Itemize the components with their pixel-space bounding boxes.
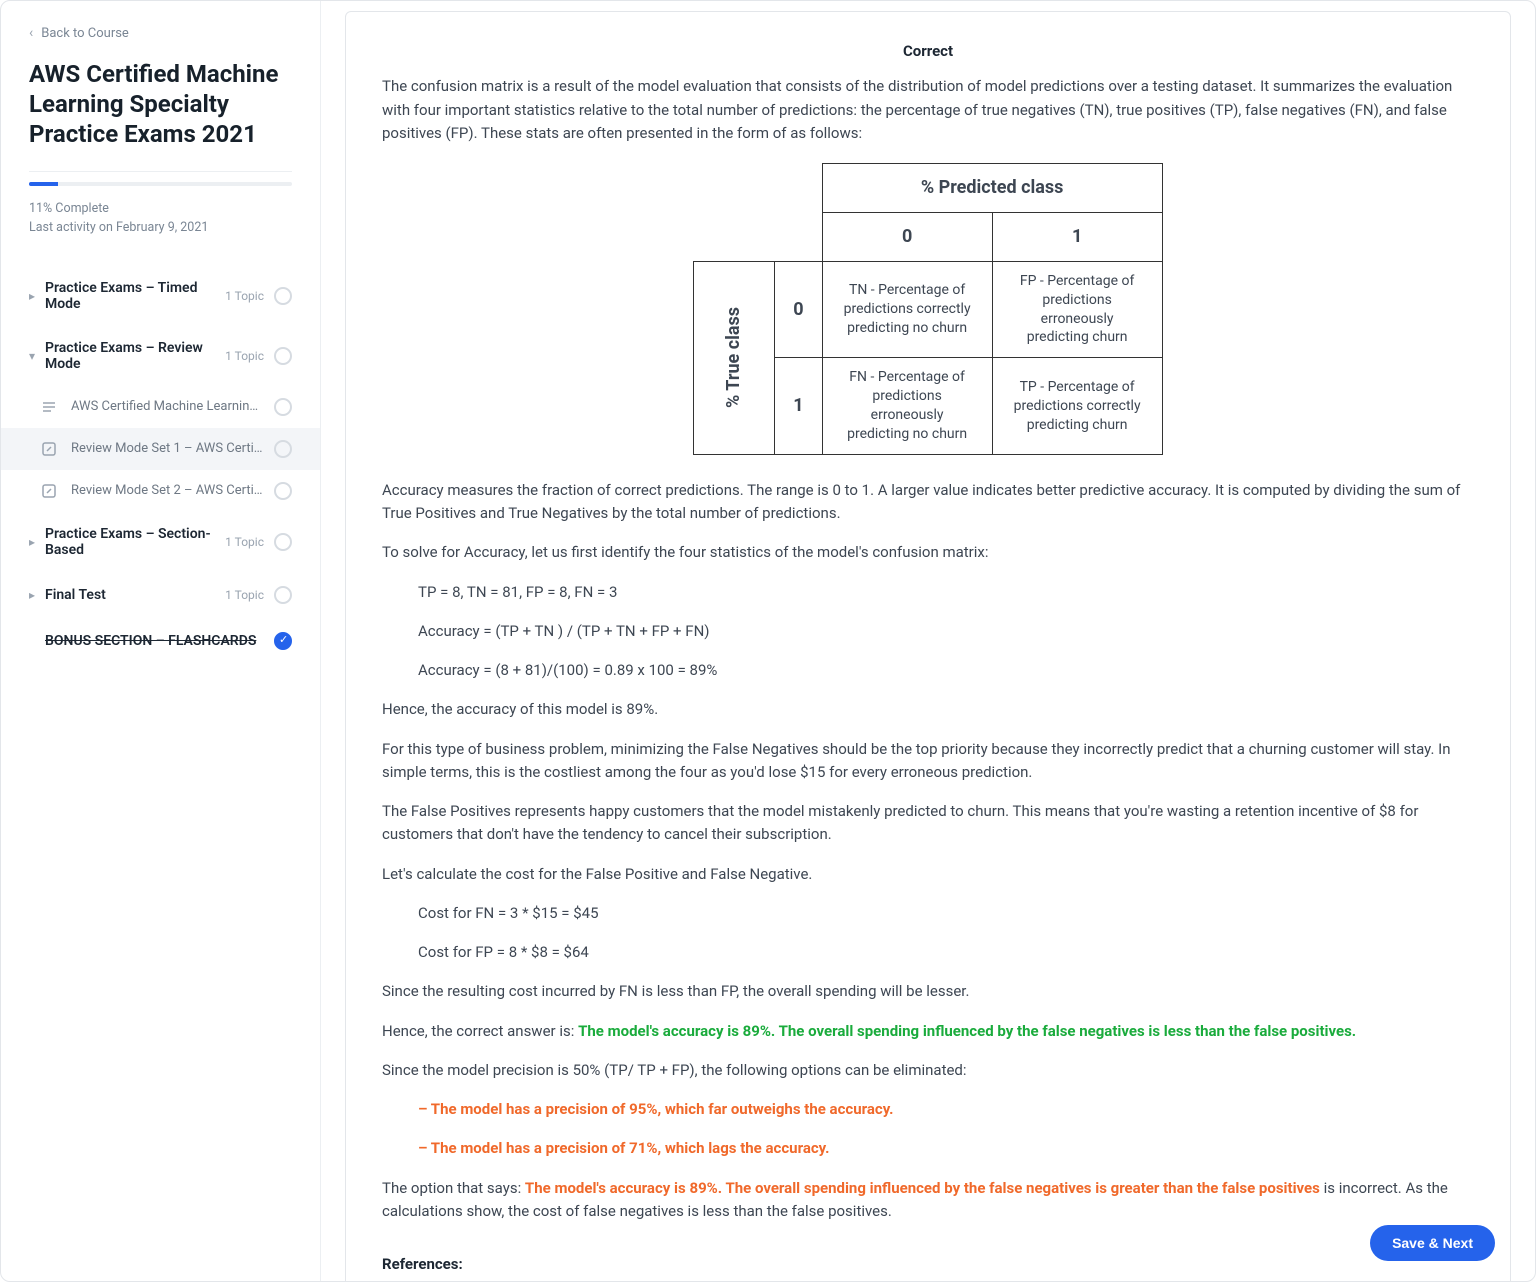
course-sections: ▸ Practice Exams – Timed Mode 1 Topic ▾ …	[1, 266, 320, 1282]
paragraph: The confusion matrix is a result of the …	[382, 75, 1474, 145]
completion-ring	[274, 287, 292, 305]
references-label: References:	[382, 1253, 1474, 1276]
course-title: AWS Certified Machine Learning Specialty…	[29, 59, 292, 149]
edit-icon	[41, 441, 61, 457]
completion-ring	[274, 440, 292, 458]
section-final-test[interactable]: ▸ Final Test 1 Topic	[1, 572, 320, 618]
paragraph: Since the model precision is 50% (TP/ TP…	[382, 1059, 1474, 1082]
lesson-item[interactable]: Review Mode Set 2 – AWS Certified Mac	[1, 470, 320, 512]
calc-line: Accuracy = (TP + TN ) / (TP + TN + FP + …	[382, 620, 1474, 643]
last-activity-text: Last activity on February 9, 2021	[29, 219, 292, 238]
correct-answer-line: Hence, the correct answer is: The model'…	[382, 1020, 1474, 1043]
paragraph: For this type of business problem, minim…	[382, 738, 1474, 785]
paragraph: Accuracy measures the fraction of correc…	[382, 479, 1474, 526]
paragraph: To solve for Accuracy, let us first iden…	[382, 541, 1474, 564]
chevron-right-icon: ▸	[29, 289, 45, 303]
edit-icon	[41, 483, 61, 499]
lesson-item-active[interactable]: Review Mode Set 1 – AWS Certified Mac	[1, 428, 320, 470]
completion-ring	[274, 533, 292, 551]
back-label: Back to Course	[41, 26, 129, 41]
chevron-left-icon: ‹	[29, 25, 33, 41]
chevron-right-icon: ▸	[29, 535, 45, 549]
section-section-based[interactable]: ▸ Practice Exams – Section-Based 1 Topic	[1, 512, 320, 572]
sidebar: ‹ Back to Course AWS Certified Machine L…	[1, 1, 321, 1281]
save-next-button[interactable]: Save & Next	[1370, 1225, 1495, 1261]
paragraph: The False Positives represents happy cus…	[382, 800, 1474, 847]
section-bonus-flashcards[interactable]: BONUS SECTION – FLASHCARDS	[1, 618, 320, 664]
completion-ring	[274, 398, 292, 416]
lesson-item[interactable]: AWS Certified Machine Learning – Speci	[1, 386, 320, 428]
calc-line: Cost for FP = 8 * $8 = $64	[382, 941, 1474, 964]
progress-text: 11% Complete	[29, 200, 292, 219]
correct-label: Correct	[382, 40, 1474, 63]
main-content: Correct The confusion matrix is a result…	[321, 1, 1535, 1281]
paragraph: Let's calculate the cost for the False P…	[382, 863, 1474, 886]
list-icon	[41, 399, 61, 415]
wrong-option: – The model has a precision of 95%, whic…	[382, 1098, 1474, 1121]
confusion-matrix: % Predicted class 0 1 % True class 0 TN …	[382, 163, 1474, 455]
section-timed-mode[interactable]: ▸ Practice Exams – Timed Mode 1 Topic	[1, 266, 320, 326]
back-to-course[interactable]: ‹ Back to Course	[29, 25, 292, 41]
calc-line: Cost for FN = 3 * $15 = $45	[382, 902, 1474, 925]
divider	[29, 171, 292, 172]
progress-bar	[29, 182, 292, 186]
section-review-mode[interactable]: ▾ Practice Exams – Review Mode 1 Topic	[1, 326, 320, 386]
wrong-option: – The model has a precision of 71%, whic…	[382, 1137, 1474, 1160]
chevron-right-icon: ▸	[29, 588, 45, 602]
wrong-answer-line: The option that says: The model's accura…	[382, 1177, 1474, 1224]
explanation-card: Correct The confusion matrix is a result…	[345, 11, 1511, 1281]
paragraph: Hence, the accuracy of this model is 89%…	[382, 698, 1474, 721]
chevron-down-icon: ▾	[29, 349, 45, 363]
completion-ring-done	[274, 632, 292, 650]
paragraph: Since the resulting cost incurred by FN …	[382, 980, 1474, 1003]
completion-ring	[274, 586, 292, 604]
completion-ring	[274, 347, 292, 365]
calc-line: TP = 8, TN = 81, FP = 8, FN = 3	[382, 581, 1474, 604]
calc-line: Accuracy = (8 + 81)/(100) = 0.89 x 100 =…	[382, 659, 1474, 682]
completion-ring	[274, 482, 292, 500]
